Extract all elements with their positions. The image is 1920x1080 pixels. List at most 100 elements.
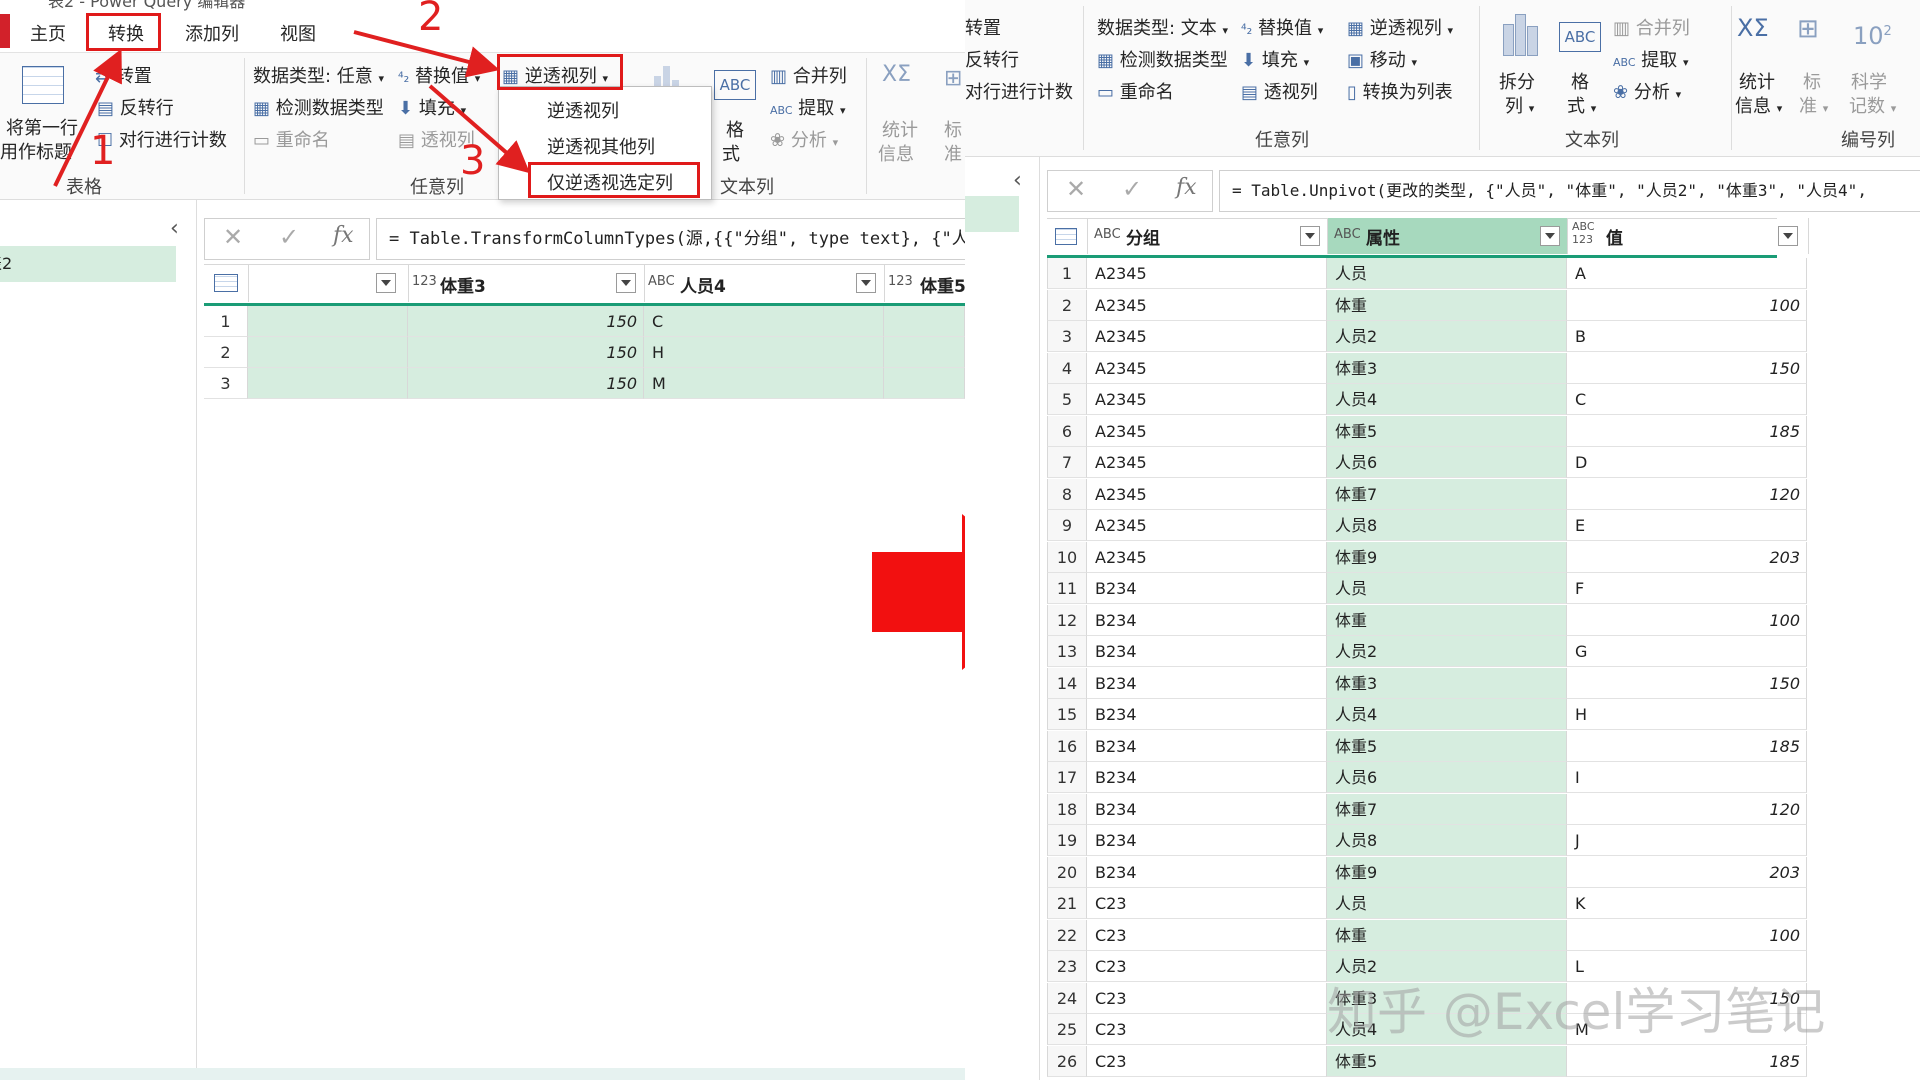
cell-attribute[interactable]: 人员	[1327, 888, 1567, 919]
column-filter-button[interactable]	[376, 273, 396, 293]
cell-attribute[interactable]: 体重7	[1327, 478, 1567, 510]
statistics-button[interactable]: XΣ 统计 信息 ▾	[1717, 10, 1787, 120]
detect-type-button[interactable]: ▦ 检测数据类型	[1097, 46, 1228, 72]
cell-value[interactable]: 150	[1567, 667, 1807, 699]
cell-value[interactable]: 185	[1567, 415, 1807, 447]
cell-group[interactable]: A2345	[1087, 478, 1327, 510]
row-number[interactable]: 5	[1047, 384, 1087, 415]
cell-attribute[interactable]: 体重9	[1327, 856, 1567, 888]
cell-group[interactable]: B234	[1087, 604, 1327, 636]
cell-group[interactable]: C23	[1087, 1045, 1327, 1077]
cell-value[interactable]: E	[1567, 510, 1807, 541]
fx-icon[interactable]: fx	[333, 223, 354, 248]
cell-group[interactable]: A2345	[1087, 289, 1327, 321]
row-number[interactable]: 17	[1047, 762, 1087, 793]
cell-group[interactable]: B234	[1087, 730, 1327, 762]
cell-attribute[interactable]: 体重	[1327, 289, 1567, 321]
cell-group[interactable]: B234	[1087, 762, 1327, 793]
cell-value[interactable]: 185	[1567, 730, 1807, 762]
cell-value[interactable]: A	[1567, 258, 1807, 289]
row-number[interactable]: 10	[1047, 541, 1087, 573]
row-number[interactable]: 3	[1047, 321, 1087, 352]
row-number[interactable]: 16	[1047, 730, 1087, 762]
row-number[interactable]: 11	[1047, 573, 1087, 604]
cell-attribute[interactable]: 体重	[1327, 919, 1567, 951]
cell-attribute[interactable]: 体重5	[1327, 730, 1567, 762]
cell-attribute[interactable]: 人员8	[1327, 825, 1567, 856]
cell-group[interactable]: C23	[1087, 982, 1327, 1014]
row-number[interactable]: 3	[204, 368, 248, 399]
cell-attribute[interactable]: 人员2	[1327, 636, 1567, 667]
cancel-icon[interactable]: ✕	[223, 223, 243, 251]
cell-attribute[interactable]: 人员6	[1327, 447, 1567, 478]
column-filter-button[interactable]	[1540, 226, 1560, 246]
cell-attribute[interactable]: 体重5	[1327, 415, 1567, 447]
cell-value[interactable]: 100	[1567, 919, 1807, 951]
header-attribute-cell[interactable]: ABC 属性	[1327, 218, 1568, 254]
column-header-p4[interactable]: 人员4	[680, 272, 726, 297]
fill-button[interactable]: ⬇ 填充 ▾	[1241, 46, 1309, 72]
row-number[interactable]: 20	[1047, 856, 1087, 888]
cell-weight3[interactable]: 150	[408, 368, 644, 399]
transpose-button[interactable]: 转置	[965, 14, 1001, 40]
parse-button[interactable]: ❀ 分析 ▾	[1613, 78, 1681, 104]
cell-blank[interactable]	[248, 337, 408, 368]
row-number[interactable]: 26	[1047, 1045, 1087, 1077]
cell-value[interactable]: B	[1567, 321, 1807, 352]
row-number[interactable]: 1	[204, 306, 248, 337]
cell-weight3[interactable]: 150	[408, 337, 644, 368]
row-number[interactable]: 4	[1047, 352, 1087, 384]
row-number[interactable]: 22	[1047, 919, 1087, 951]
cell-person4[interactable]: H	[644, 337, 884, 368]
collapse-pane-button[interactable]: ‹	[1013, 168, 1022, 193]
scientific-button[interactable]: 102 科学 记数 ▾	[1839, 10, 1905, 120]
count-rows-button[interactable]: 对行进行计数	[965, 78, 1073, 104]
row-number[interactable]: 7	[1047, 447, 1087, 478]
cell-attribute[interactable]: 体重7	[1327, 793, 1567, 825]
cell-value[interactable]: 150	[1567, 352, 1807, 384]
cell-attribute[interactable]: 体重	[1327, 604, 1567, 636]
cell-attribute[interactable]: 人员4	[1327, 384, 1567, 415]
cell-group[interactable]: A2345	[1087, 384, 1327, 415]
row-number[interactable]: 8	[1047, 478, 1087, 510]
cancel-icon[interactable]: ✕	[1066, 175, 1086, 203]
cell-attribute[interactable]: 体重5	[1327, 1045, 1567, 1077]
row-number[interactable]: 1	[1047, 258, 1087, 289]
column-filter-button[interactable]	[1300, 226, 1320, 246]
cell-person4[interactable]: M	[644, 368, 884, 399]
formula-input[interactable]: = Table.Unpivot(更改的类型, {"人员", "体重", "人员2…	[1219, 170, 1920, 212]
row-number[interactable]: 14	[1047, 667, 1087, 699]
fx-icon[interactable]: fx	[1176, 175, 1197, 200]
format-button[interactable]: ABC 格 式 ▾	[1555, 10, 1605, 120]
cell-group[interactable]: B234	[1087, 667, 1327, 699]
cell-attribute[interactable]: 体重3	[1327, 352, 1567, 384]
row-number[interactable]: 18	[1047, 793, 1087, 825]
cell-blank[interactable]	[248, 306, 408, 337]
cell-weight5[interactable]	[884, 368, 965, 399]
header-value-cell[interactable]: ABC 123 值	[1567, 218, 1809, 254]
cell-group[interactable]: A2345	[1087, 541, 1327, 573]
cell-group[interactable]: B234	[1087, 573, 1327, 604]
row-number[interactable]: 24	[1047, 982, 1087, 1014]
cell-value[interactable]: I	[1567, 762, 1807, 793]
row-number[interactable]: 9	[1047, 510, 1087, 541]
cell-value[interactable]: D	[1567, 447, 1807, 478]
cell-attribute[interactable]: 人员	[1327, 258, 1567, 289]
cell-value[interactable]: C	[1567, 384, 1807, 415]
cell-group[interactable]: A2345	[1087, 415, 1327, 447]
cell-group[interactable]: B234	[1087, 793, 1327, 825]
extract-button[interactable]: ABC 提取 ▾	[1613, 46, 1689, 72]
cell-value[interactable]: 120	[1567, 478, 1807, 510]
column-filter-button[interactable]	[1778, 226, 1798, 246]
column-filter-button[interactable]	[616, 273, 636, 293]
cell-value[interactable]: 203	[1567, 856, 1807, 888]
cell-attribute[interactable]: 人员8	[1327, 510, 1567, 541]
replace-values-button[interactable]: ⁴₂ 替换值 ▾	[1241, 14, 1323, 40]
query-item-selected[interactable]: 表2	[0, 246, 176, 282]
data-type-dropdown[interactable]: 数据类型: 文本 ▾	[1097, 14, 1228, 40]
cell-group[interactable]: A2345	[1087, 258, 1327, 289]
query-item-selected[interactable]	[965, 196, 1019, 232]
cell-value[interactable]: 203	[1567, 541, 1807, 573]
row-number[interactable]: 13	[1047, 636, 1087, 667]
cell-group[interactable]: A2345	[1087, 447, 1327, 478]
